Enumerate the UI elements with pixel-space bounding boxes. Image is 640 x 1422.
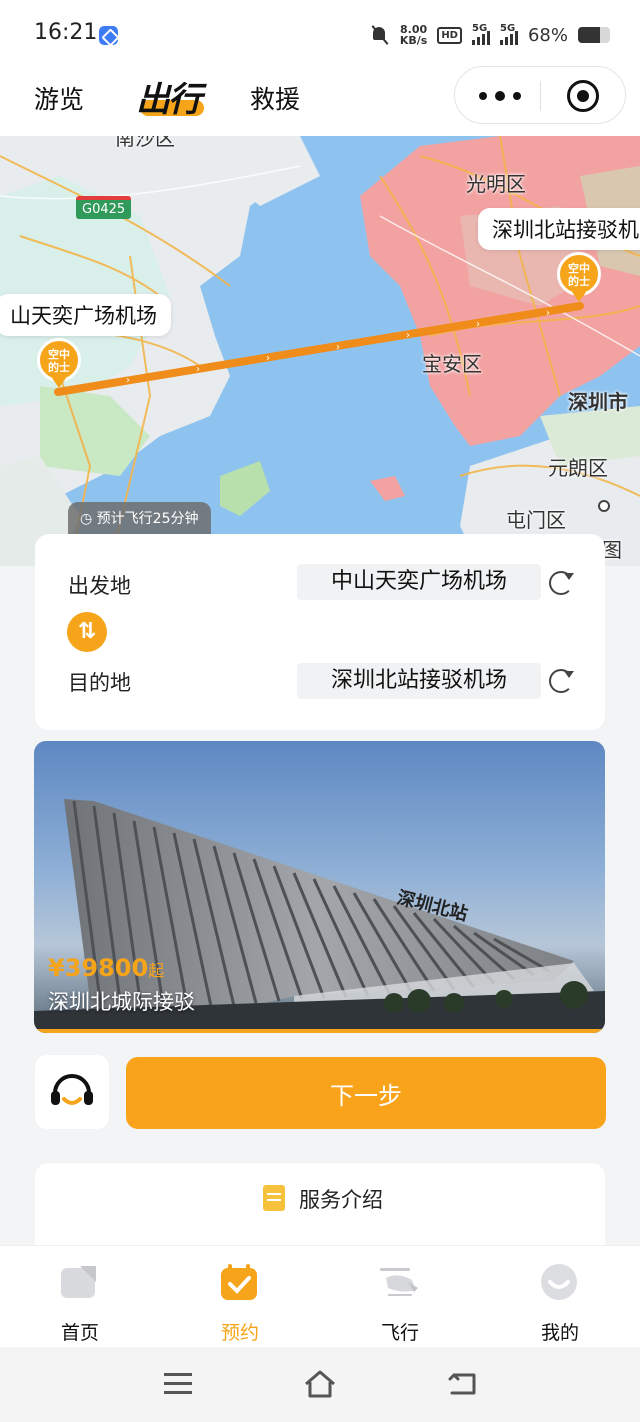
app-header: 游览 出行 救援 [0,66,640,136]
nav-tour[interactable]: 游览 [34,80,84,116]
home-nav-icon[interactable] [303,1369,337,1399]
home-icon [61,1266,96,1298]
origin-pin-icon[interactable]: 空中 的士 [37,338,81,390]
road-badge: G0425 [76,196,132,219]
document-icon [263,1185,285,1211]
back-icon[interactable] [448,1371,478,1397]
status-bar: 16:21 8.00 KB/s HD 5G 5G 68% [0,0,640,66]
flight-time-badge: ◷ 预计飞行25分钟 [68,502,211,534]
app-notification-icon [99,26,118,45]
map-label-baoan: 宝安区 [422,352,482,376]
close-target-icon[interactable] [567,80,599,112]
battery-percent: 68% [527,24,568,46]
tab-profile[interactable]: 我的 [480,1246,640,1348]
booking-icon [221,1264,257,1300]
status-indicators: 8.00 KB/s HD 5G 5G 68% [370,22,610,48]
network-speed: 8.00 KB/s [399,23,428,47]
tab-home[interactable]: 首页 [0,1246,160,1348]
svg-text:›: › [266,353,270,364]
map-label-nansha: 南沙区 [115,136,175,150]
map-label-shenzhen: 深圳市 [568,390,628,414]
from-select[interactable]: 中山天奕广场机场 [297,564,541,600]
tab-flight[interactable]: 飞行 [320,1246,480,1348]
battery-icon [578,27,610,43]
helicopter-icon [380,1268,418,1296]
destination-pin-icon[interactable]: 空中 的士 [557,252,601,304]
mute-icon [370,25,390,45]
map-label-guangming: 光明区 [466,172,526,196]
mini-program-capsule [454,66,626,124]
svg-text:›: › [406,330,410,341]
svg-text:›: › [336,342,340,353]
system-navigation [0,1347,640,1422]
hd-icon: HD [437,26,462,44]
refresh-to-icon[interactable] [549,669,574,693]
destination-callout[interactable]: 深圳北站接驳机 [478,208,640,250]
headset-icon [51,1074,93,1105]
from-label: 出发地 [68,574,131,598]
tab-booking[interactable]: 预约 [160,1246,320,1348]
svg-text:›: › [476,319,480,330]
city-marker [598,500,610,512]
route-banner[interactable]: 深圳北站 ¥39800起 深圳北城际接驳 [34,741,605,1033]
to-select[interactable]: 深圳北站接驳机场 [297,663,541,699]
status-time: 16:21 [34,20,98,45]
svg-text:›: › [546,308,550,319]
nav-travel[interactable]: 出行 [136,72,208,124]
menu-icon[interactable] [164,1373,192,1395]
route-name: 深圳北城际接驳 [48,990,195,1014]
map-label-tunmen: 屯门区 [506,508,566,532]
price: ¥39800起 [48,954,165,982]
origin-callout[interactable]: 山天奕广场机场 [0,294,171,336]
svg-text:›: › [196,364,200,375]
signal-icon: 5G [471,23,490,45]
customer-service-button[interactable] [35,1055,109,1129]
to-label: 目的地 [68,671,131,695]
map-label-yuanlang: 元朗区 [548,456,608,480]
service-intro-title: 服务介绍 [299,1188,383,1212]
profile-icon [541,1264,577,1300]
svg-text:›: › [126,375,130,386]
more-icon[interactable] [479,83,539,107]
signal-icon: 5G [499,23,518,45]
refresh-from-icon[interactable] [549,571,574,595]
route-card: 出发地 中山天奕广场机场 ⇅ 目的地 深圳北站接驳机场 [35,534,605,730]
map-label-corner: 图 [602,538,622,562]
swap-button[interactable]: ⇅ [67,612,107,652]
next-step-button[interactable]: 下一步 [126,1057,606,1129]
nav-rescue[interactable]: 救援 [250,80,300,116]
route-map[interactable]: › › › › › › › G0425 南沙区 光明区 宝安区 深圳市 元朗区 屯门区 图… [0,136,640,566]
tab-bar: 首页 预约 飞行 我的 [0,1245,640,1347]
